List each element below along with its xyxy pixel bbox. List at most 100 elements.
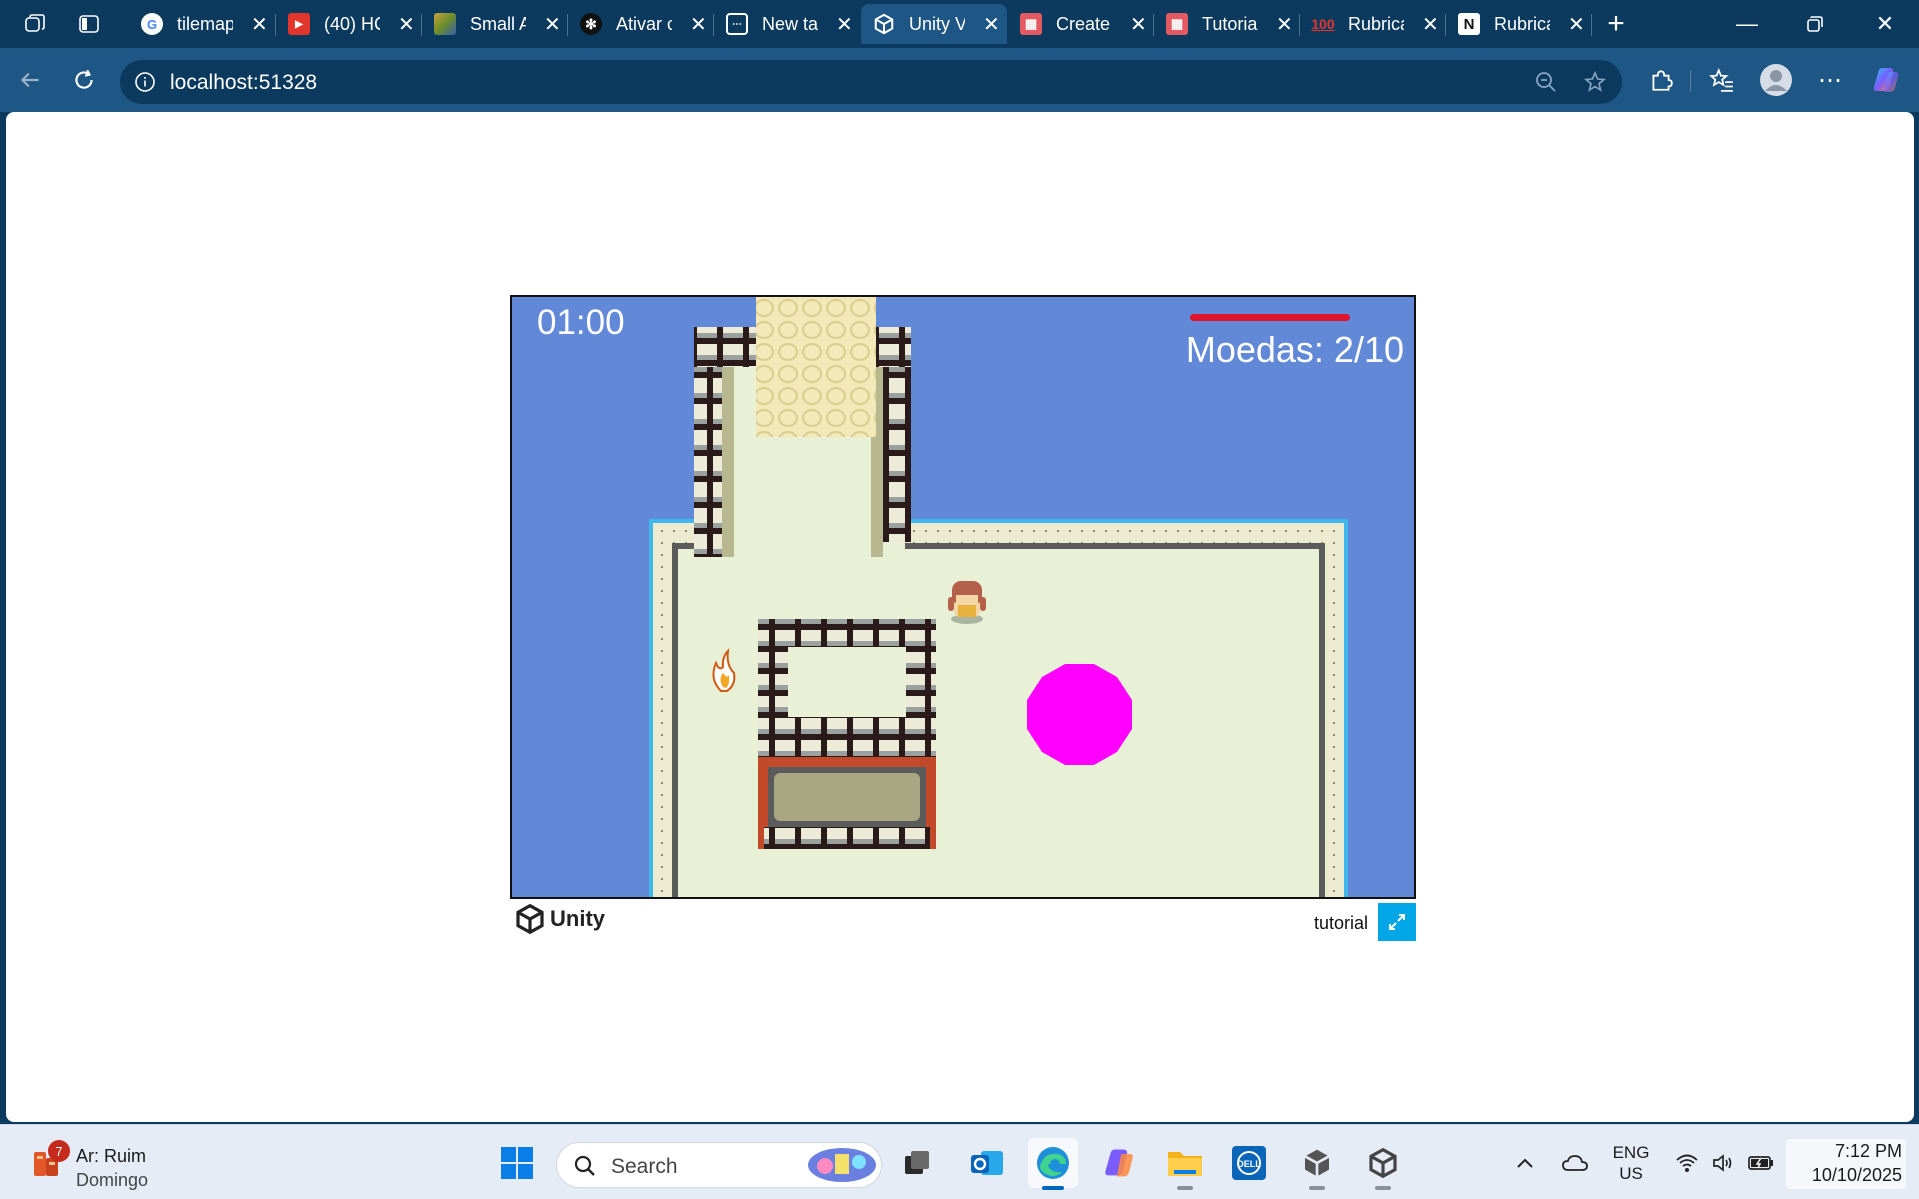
unity-hub-app[interactable] <box>1292 1138 1342 1190</box>
tab-10[interactable]: N Rubrica ✕ <box>1446 4 1590 44</box>
tab-1[interactable]: G tilemap ✕ <box>129 4 273 44</box>
search-icon <box>574 1155 595 1176</box>
close-tab-icon[interactable]: ✕ <box>690 12 707 37</box>
close-tab-icon[interactable]: ✕ <box>983 12 1000 37</box>
clock-time: 7:12 PM <box>1834 1141 1902 1161</box>
close-tab-icon[interactable]: ✕ <box>1422 12 1439 37</box>
tab-title: (40) HC <box>324 13 380 34</box>
task-view-icon <box>905 1151 929 1174</box>
refresh-button[interactable] <box>66 62 102 98</box>
weather-line2: Domingo <box>76 1170 149 1190</box>
search-highlight-icon <box>808 1148 876 1182</box>
close-tab-icon[interactable]: ✕ <box>251 12 268 37</box>
timer-text: 01:00 <box>537 303 625 342</box>
folder-icon <box>1168 1152 1202 1176</box>
copilot-icon <box>1873 68 1899 92</box>
outlook-app[interactable] <box>962 1138 1012 1188</box>
vertical-tabs-button[interactable] <box>71 8 107 40</box>
zoom-out-icon[interactable] <box>1534 70 1558 94</box>
close-tab-icon[interactable]: ✕ <box>1276 12 1293 37</box>
battery-button[interactable] <box>1744 1125 1778 1199</box>
edge-app[interactable] <box>1028 1138 1078 1190</box>
build-title: tutorial <box>1313 913 1368 933</box>
tab-actions-icon <box>79 15 99 33</box>
task-view-button[interactable] <box>892 1138 942 1188</box>
browser-toolbar: localhost:51328 ⋯ <box>0 48 1919 112</box>
tab-7[interactable]: ▦ Create ✕ <box>1008 4 1152 44</box>
onedrive-button[interactable] <box>1558 1125 1592 1199</box>
edge-icon <box>1037 1147 1069 1179</box>
close-window-button[interactable]: ✕ <box>1861 8 1909 40</box>
tab-2[interactable]: ▶ (40) HC ✕ <box>276 4 420 44</box>
file-explorer-app[interactable] <box>1160 1138 1210 1190</box>
tab-8[interactable]: ▦ Tutoria ✕ <box>1154 4 1298 44</box>
workspaces-button[interactable] <box>17 8 53 40</box>
tab-title: Tutoria <box>1202 13 1258 34</box>
site-info-icon[interactable] <box>134 71 156 93</box>
system-clock[interactable]: 7:12 PM 10/10/2025 <box>1786 1139 1906 1189</box>
input-language[interactable]: ENG US <box>1606 1142 1656 1184</box>
back-button[interactable] <box>12 62 48 98</box>
tab-title: Rubrica <box>1494 13 1550 34</box>
unity-editor-app[interactable] <box>1358 1138 1408 1190</box>
tab-title: Unity V <box>909 13 965 34</box>
extensions-button[interactable] <box>1643 62 1679 98</box>
clock-date: 10/10/2025 <box>1811 1165 1902 1185</box>
hundred-icon: 100 <box>1311 16 1335 32</box>
dell-app[interactable]: DELL <box>1224 1138 1274 1188</box>
player-character <box>948 581 986 624</box>
copilot-app[interactable] <box>1094 1138 1144 1188</box>
address-bar[interactable]: localhost:51328 <box>120 60 1622 104</box>
windows-logo-icon <box>501 1147 533 1179</box>
start-button[interactable] <box>492 1138 542 1188</box>
close-icon: ✕ <box>1875 11 1895 36</box>
favorite-star-icon[interactable] <box>1583 70 1607 94</box>
tab-6-active[interactable]: Unity V ✕ <box>861 4 1007 44</box>
new-tab-button[interactable]: + <box>1598 7 1634 40</box>
avatar-icon <box>1760 64 1792 96</box>
unity-footer: Unity tutorial <box>510 901 1416 943</box>
unity-game-canvas[interactable]: 01:00 Moedas: 2/10 <box>510 295 1416 899</box>
cobblestone-path <box>756 297 876 437</box>
taskbar-search[interactable]: Search <box>556 1142 882 1188</box>
tab-3[interactable]: Small A ✕ <box>422 4 566 44</box>
minimize-button[interactable]: — <box>1723 8 1771 40</box>
health-bar <box>1190 314 1350 321</box>
cloud-icon <box>1562 1154 1588 1171</box>
tab-title: Small A <box>470 13 526 34</box>
tab-9[interactable]: 100 Rubrica ✕ <box>1300 4 1444 44</box>
web-page: 01:00 Moedas: 2/10 Unity tutorial <box>6 112 1914 1122</box>
magenta-enemy <box>1027 664 1132 765</box>
favorites-list-icon <box>1709 67 1733 92</box>
tab-4[interactable]: ✻ Ativar c ✕ <box>568 4 712 44</box>
close-tab-icon[interactable]: ✕ <box>544 12 561 37</box>
close-tab-icon[interactable]: ✕ <box>398 12 415 37</box>
copilot-icon <box>1105 1149 1133 1177</box>
close-tab-icon[interactable]: ✕ <box>836 12 853 37</box>
notification-badge: 7 <box>48 1140 70 1162</box>
openai-icon: ✻ <box>580 13 602 35</box>
favorites-button[interactable] <box>1704 62 1740 98</box>
copilot-button[interactable] <box>1868 62 1904 98</box>
url-text[interactable]: localhost:51328 <box>170 71 317 95</box>
volume-button[interactable] <box>1708 1125 1738 1199</box>
chevron-up-icon <box>1517 1158 1533 1168</box>
restore-button[interactable] <box>1791 8 1839 40</box>
youtube-icon: ▶ <box>288 13 310 35</box>
browser-tab-strip: G tilemap ✕ ▶ (40) HC ✕ Small A ✕ ✻ Ativ… <box>0 0 1919 48</box>
weather-widget[interactable]: 7 Ar: Ruim Domingo <box>30 1138 170 1190</box>
tab-title: Ativar c <box>616 13 672 34</box>
profile-button[interactable] <box>1758 62 1794 98</box>
unity-icon <box>516 903 544 935</box>
fullscreen-button[interactable] <box>1378 903 1416 941</box>
network-button[interactable] <box>1672 1125 1702 1199</box>
close-tab-icon[interactable]: ✕ <box>1568 12 1585 37</box>
tab-5[interactable]: ⋯ New ta ✕ <box>714 4 858 44</box>
google-icon: G <box>141 13 163 35</box>
game-scene[interactable] <box>512 297 1414 897</box>
settings-menu-button[interactable]: ⋯ <box>1812 62 1848 98</box>
close-tab-icon[interactable]: ✕ <box>1130 12 1147 37</box>
back-arrow-icon <box>20 72 39 88</box>
dell-icon: DELL <box>1232 1146 1266 1180</box>
show-hidden-icons-button[interactable] <box>1510 1125 1540 1199</box>
